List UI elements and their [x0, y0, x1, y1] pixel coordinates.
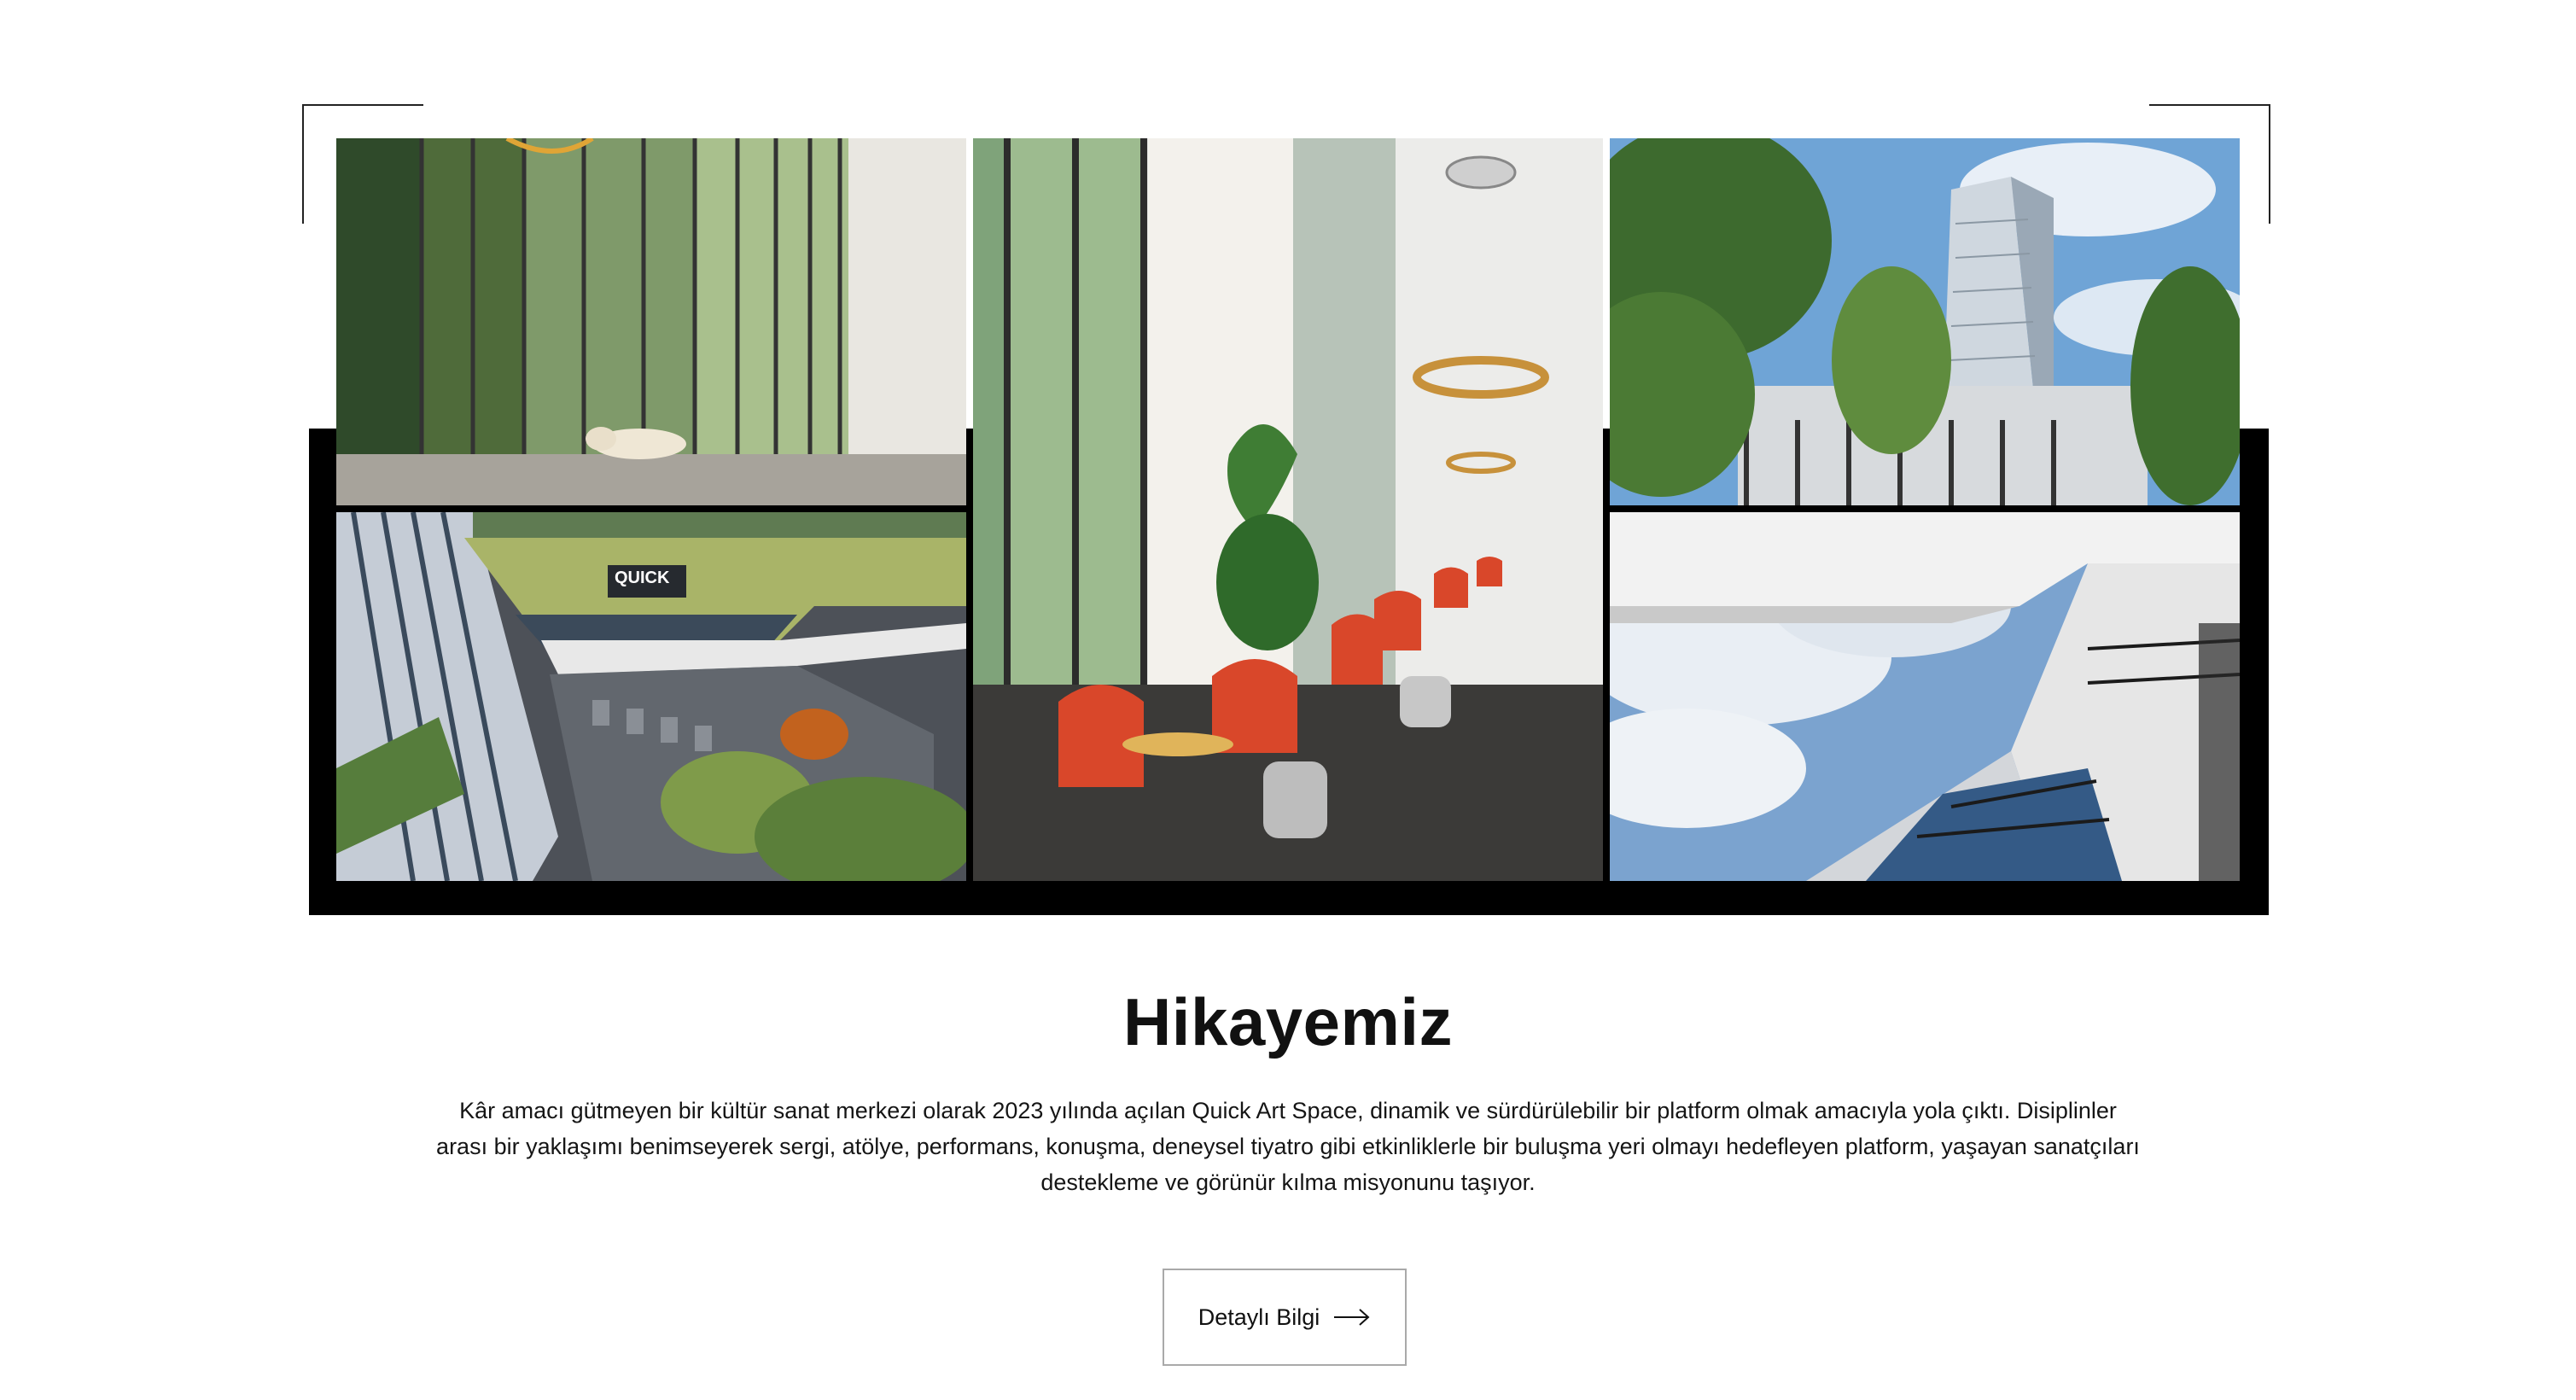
- photo-tower-exterior-sky: [1610, 138, 2240, 505]
- arrow-right-icon: [1334, 1309, 1370, 1326]
- photo-lounge-red-chairs: [973, 138, 1603, 881]
- photo-looking-up-towers: [1610, 512, 2240, 881]
- photo-tower-facade-dog: [336, 138, 966, 505]
- photo-campus-aerial-view: QUICK: [336, 512, 966, 881]
- our-story-section: QUICK Hikayemiz Kâr amacı gütmeyen bir k…: [0, 0, 2576, 1400]
- building-sign-text: QUICK: [615, 569, 670, 587]
- more-info-button[interactable]: Detaylı Bilgi: [1163, 1269, 1407, 1366]
- story-title: Hikayemiz: [1122, 984, 1454, 1059]
- story-description: Kâr amacı gütmeyen bir kültür sanat merk…: [436, 1098, 2140, 1195]
- more-info-button-label: Detaylı Bilgi: [1198, 1304, 1320, 1330]
